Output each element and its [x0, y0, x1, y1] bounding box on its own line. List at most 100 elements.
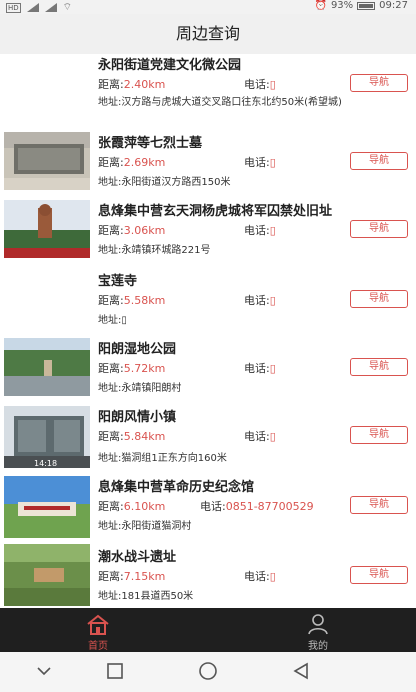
tab-home[interactable]: 首页: [48, 608, 148, 652]
poi-phone: 电话:0851-87700529: [200, 498, 314, 514]
list-item[interactable]: 息烽集中营玄天洞杨虎城将军囚禁处旧址 距离:3.06km 电话:▯ 导航 地址:…: [0, 198, 416, 266]
poi-address: 地址:永阳街道汉方路西150米: [98, 176, 410, 190]
home-circle-icon[interactable]: [198, 661, 218, 681]
navigate-button[interactable]: 导航: [350, 566, 408, 584]
hd-icon: HD: [6, 2, 21, 13]
distance-label: 距离:: [98, 78, 124, 91]
title-bar: 周边查询: [0, 14, 416, 54]
poi-name: 宝莲寺: [98, 274, 138, 289]
list-item[interactable]: 张霞萍等七烈士墓 距离:2.69km 电话:▯ 导航 地址:永阳街道汉方路西15…: [0, 128, 416, 198]
phone-value: ▯: [269, 362, 276, 375]
distance-label: 距离:: [98, 224, 124, 237]
address-value: 永靖镇阳朗村: [121, 383, 182, 394]
phone-value: ▯: [269, 570, 276, 583]
clock: 09:27: [379, 0, 408, 11]
thumbnail-caption: 14:18: [34, 459, 57, 468]
phone-value: ▯: [269, 78, 276, 91]
poi-distance: 距离:3.06km: [98, 222, 165, 238]
list-item[interactable]: 潮水战斗遗址 距离:7.15km 电话:▯ 导航 地址:181县道西50米: [0, 542, 416, 608]
distance-label: 距离:: [98, 362, 124, 375]
poi-address: 地址:▯: [98, 314, 410, 328]
poi-address: 地址:汉方路与虎城大道交叉路口往东北约50米(希望城): [98, 96, 410, 110]
tab-me[interactable]: 我的: [268, 608, 368, 652]
phone-value: 0851-87700529: [225, 500, 314, 513]
signal-icon: [26, 3, 39, 12]
poi-thumbnail: [4, 200, 90, 258]
poi-phone: 电话:▯: [244, 76, 276, 92]
navigate-button[interactable]: 导航: [350, 358, 408, 376]
poi-distance: 距离:2.69km: [98, 154, 165, 170]
poi-name: 张霞萍等七烈士墓: [98, 136, 203, 151]
distance-value: 5.72km: [123, 362, 166, 375]
poi-thumbnail: [4, 338, 90, 396]
poi-thumbnail: [4, 476, 90, 538]
poi-thumbnail: [4, 132, 90, 190]
distance-value: 3.06km: [123, 224, 166, 237]
chevron-down-icon[interactable]: [36, 664, 52, 678]
poi-list[interactable]: 永阳街道党建文化微公园 距离:2.40km 电话:▯ 导航 地址:汉方路与虎城大…: [0, 54, 416, 608]
recent-apps-icon[interactable]: [106, 662, 124, 680]
navigate-button[interactable]: 导航: [350, 496, 408, 514]
distance-value: 5.58km: [123, 294, 166, 307]
phone-label: 电话:: [200, 500, 226, 513]
address-label: 地址:: [98, 383, 122, 394]
distance-label: 距离:: [98, 430, 124, 443]
phone-label: 电话:: [244, 362, 270, 375]
poi-address: 地址:永靖镇环城路221号: [98, 244, 410, 258]
phone-label: 电话:: [244, 294, 270, 307]
poi-name: 息烽集中营革命历史纪念馆: [98, 480, 255, 495]
bottom-nav: 首页 我的: [0, 608, 416, 652]
distance-value: 6.10km: [123, 500, 166, 513]
distance-label: 距离:: [98, 570, 124, 583]
navigate-button[interactable]: 导航: [350, 290, 408, 308]
status-left: HD ⌔: [6, 1, 72, 14]
address-label: 地址:: [98, 97, 122, 108]
address-label: 地址:: [98, 315, 122, 326]
poi-name: 息烽集中营玄天洞杨虎城将军囚禁处旧址: [98, 204, 333, 219]
list-item[interactable]: 永阳街道党建文化微公园 距离:2.40km 电话:▯ 导航 地址:汉方路与虎城大…: [0, 54, 416, 128]
poi-distance: 距离:2.40km: [98, 76, 165, 92]
navigate-button[interactable]: 导航: [350, 74, 408, 92]
navigate-button[interactable]: 导航: [350, 426, 408, 444]
list-item[interactable]: 息烽集中营革命历史纪念馆 距离:6.10km 电话:0851-87700529 …: [0, 474, 416, 542]
navigate-button[interactable]: 导航: [350, 152, 408, 170]
poi-distance: 距离:7.15km: [98, 568, 165, 584]
poi-phone: 电话:▯: [244, 428, 276, 444]
distance-value: 7.15km: [123, 570, 166, 583]
poi-address: 地址:猫洞组1正东方向160米: [98, 452, 410, 466]
distance-value: 5.84km: [123, 430, 166, 443]
list-item[interactable]: 宝莲寺 距离:5.58km 电话:▯ 导航 地址:▯: [0, 266, 416, 336]
list-item[interactable]: 14:18 阳朗风情小镇 距离:5.84km 电话:▯ 导航 地址:猫洞组1正东…: [0, 404, 416, 474]
address-label: 地址:: [98, 591, 122, 602]
status-bar: HD ⌔ ⏰ 93% 09:27: [0, 0, 416, 14]
poi-phone: 电话:▯: [244, 222, 276, 238]
phone-value: ▯: [269, 224, 276, 237]
page-title: 周边查询: [175, 24, 240, 43]
poi-address: 地址:永靖镇阳朗村: [98, 382, 410, 396]
phone-label: 电话:: [244, 78, 270, 91]
user-icon: [308, 614, 328, 635]
back-icon[interactable]: [292, 662, 310, 680]
distance-value: 2.69km: [123, 156, 166, 169]
phone-label: 电话:: [244, 224, 270, 237]
signal-icon-2: [44, 3, 57, 12]
poi-phone: 电话:▯: [244, 292, 276, 308]
address-value: 猫洞组1正东方向160米: [121, 453, 227, 464]
address-label: 地址:: [98, 521, 122, 532]
address-value: 永阳街道猫洞村: [121, 521, 192, 532]
status-right: ⏰ 93% 09:27: [314, 0, 408, 11]
phone-value: ▯: [269, 294, 276, 307]
poi-distance: 距离:5.58km: [98, 292, 165, 308]
battery-percent: 93%: [330, 0, 354, 11]
poi-thumbnail: [4, 544, 90, 606]
list-item[interactable]: 阳朗湿地公园 距离:5.72km 电话:▯ 导航 地址:永靖镇阳朗村: [0, 336, 416, 404]
alarm-icon: ⏰: [314, 0, 327, 11]
poi-name: 潮水战斗遗址: [98, 550, 177, 565]
address-label: 地址:: [98, 177, 122, 188]
poi-address: 地址:181县道西50米: [98, 590, 410, 604]
navigate-button[interactable]: 导航: [350, 220, 408, 238]
tab-home-label: 首页: [88, 641, 108, 652]
poi-name: 阳朗风情小镇: [98, 410, 177, 425]
distance-value: 2.40km: [123, 78, 166, 91]
wifi-icon: ⌔: [62, 2, 73, 13]
